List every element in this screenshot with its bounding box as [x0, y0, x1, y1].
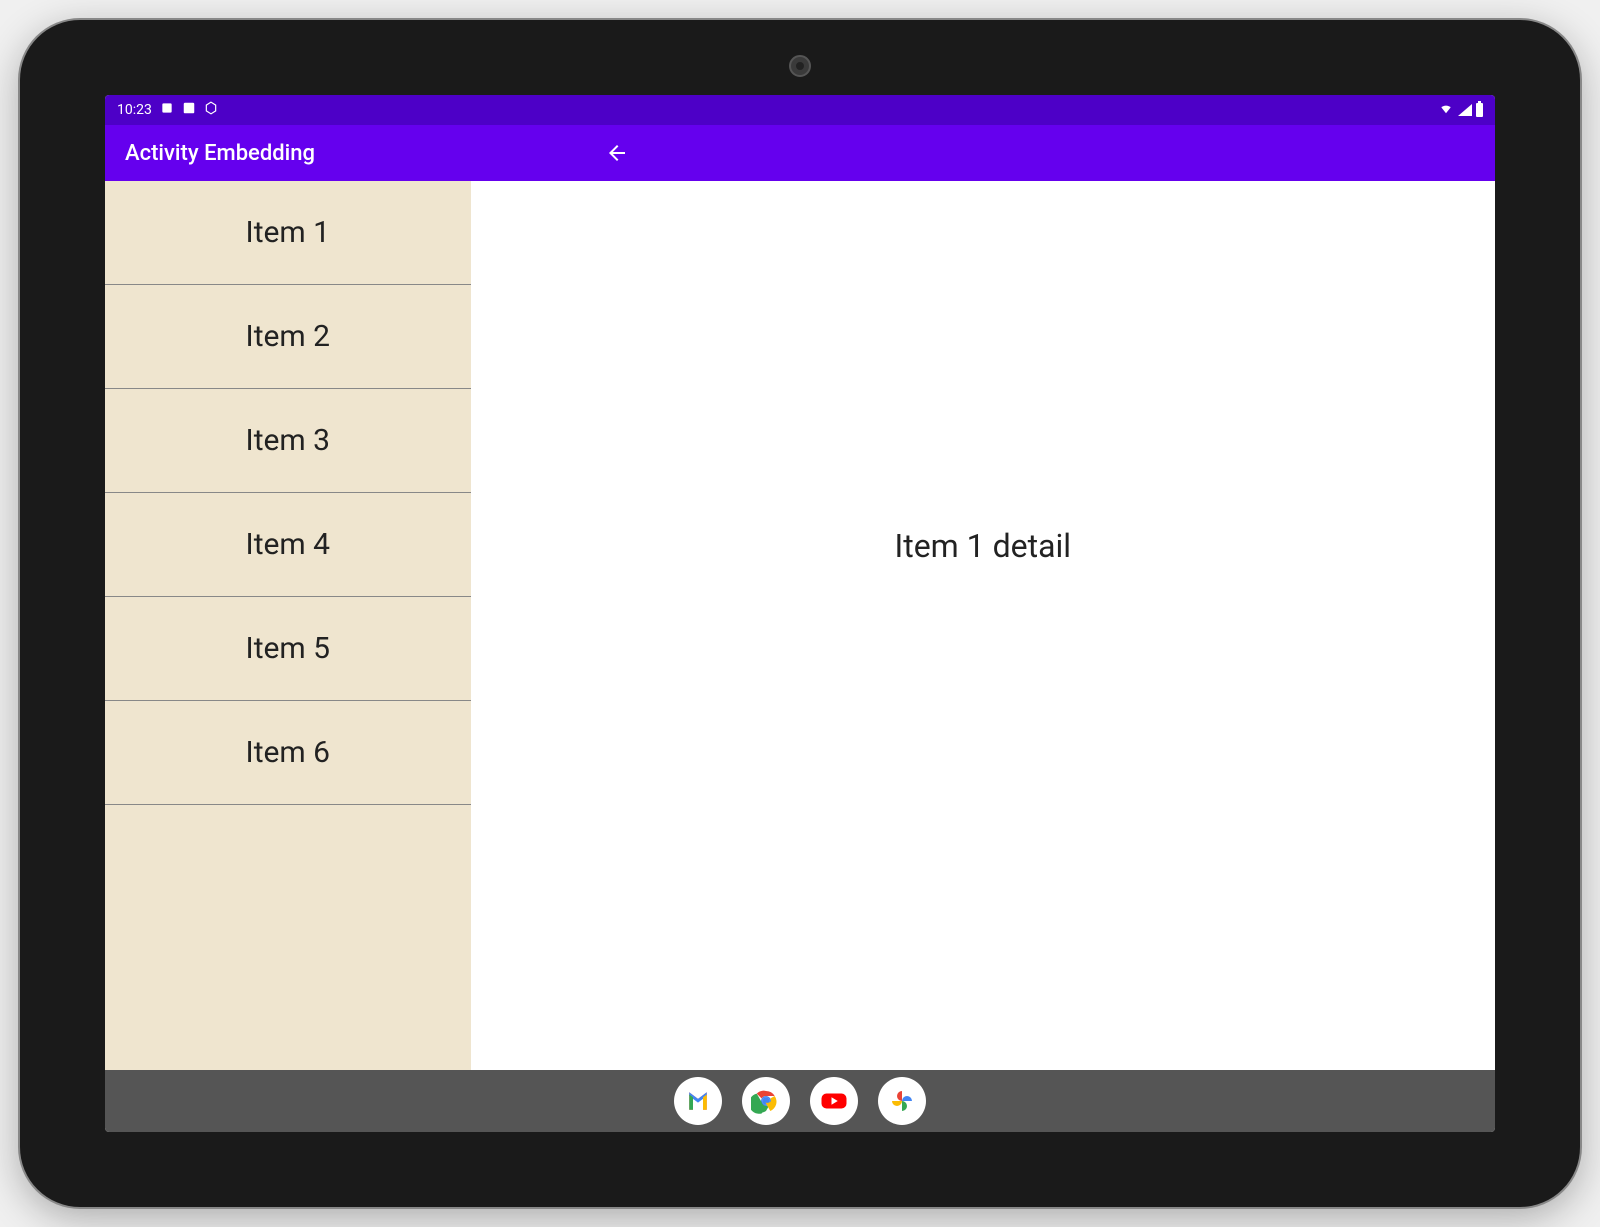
list-item-label: Item 5: [246, 631, 331, 666]
camera-icon: [789, 55, 811, 77]
tablet-device-frame: 10:23 Activity Embedding: [20, 20, 1580, 1207]
battery-icon: [1476, 103, 1483, 117]
notification-icon: [160, 101, 174, 119]
list-item[interactable]: [105, 805, 471, 909]
list-item-label: Item 3: [246, 423, 331, 458]
list-item[interactable]: Item 6: [105, 701, 471, 805]
list-item[interactable]: Item 4: [105, 493, 471, 597]
list-item-label: Item 2: [246, 319, 331, 354]
debug-icon: [204, 101, 218, 119]
back-section: [605, 141, 629, 165]
gmail-app-icon[interactable]: [674, 1077, 722, 1125]
detail-pane: Item 1 detail: [471, 181, 1495, 1070]
notification-icon: [182, 101, 196, 119]
app-title: Activity Embedding: [125, 141, 315, 166]
list-item[interactable]: Item 3: [105, 389, 471, 493]
wifi-icon: [1438, 101, 1454, 119]
list-item[interactable]: Item 2: [105, 285, 471, 389]
list-item-label: Item 4: [246, 527, 331, 562]
detail-text: Item 1 detail: [895, 527, 1072, 565]
list-item[interactable]: Item 5: [105, 597, 471, 701]
list-item-label: Item 6: [246, 735, 331, 770]
list-item-label: Item 1: [246, 215, 331, 250]
status-bar: 10:23: [105, 95, 1495, 125]
back-arrow-icon[interactable]: [605, 141, 629, 165]
screen: 10:23 Activity Embedding: [105, 95, 1495, 1132]
list-pane[interactable]: Item 1 Item 2 Item 3 Item 4 Item 5 Item …: [105, 181, 471, 1070]
status-bar-left: 10:23: [117, 101, 218, 119]
list-item[interactable]: Item 1: [105, 181, 471, 285]
status-time: 10:23: [117, 102, 152, 118]
youtube-app-icon[interactable]: [810, 1077, 858, 1125]
photos-app-icon[interactable]: [878, 1077, 926, 1125]
signal-icon: [1458, 104, 1472, 116]
chrome-app-icon[interactable]: [742, 1077, 790, 1125]
content-area: Item 1 Item 2 Item 3 Item 4 Item 5 Item …: [105, 181, 1495, 1070]
app-bar: Activity Embedding: [105, 125, 1495, 181]
navigation-bar: [105, 1070, 1495, 1132]
status-bar-right: [1438, 101, 1483, 119]
